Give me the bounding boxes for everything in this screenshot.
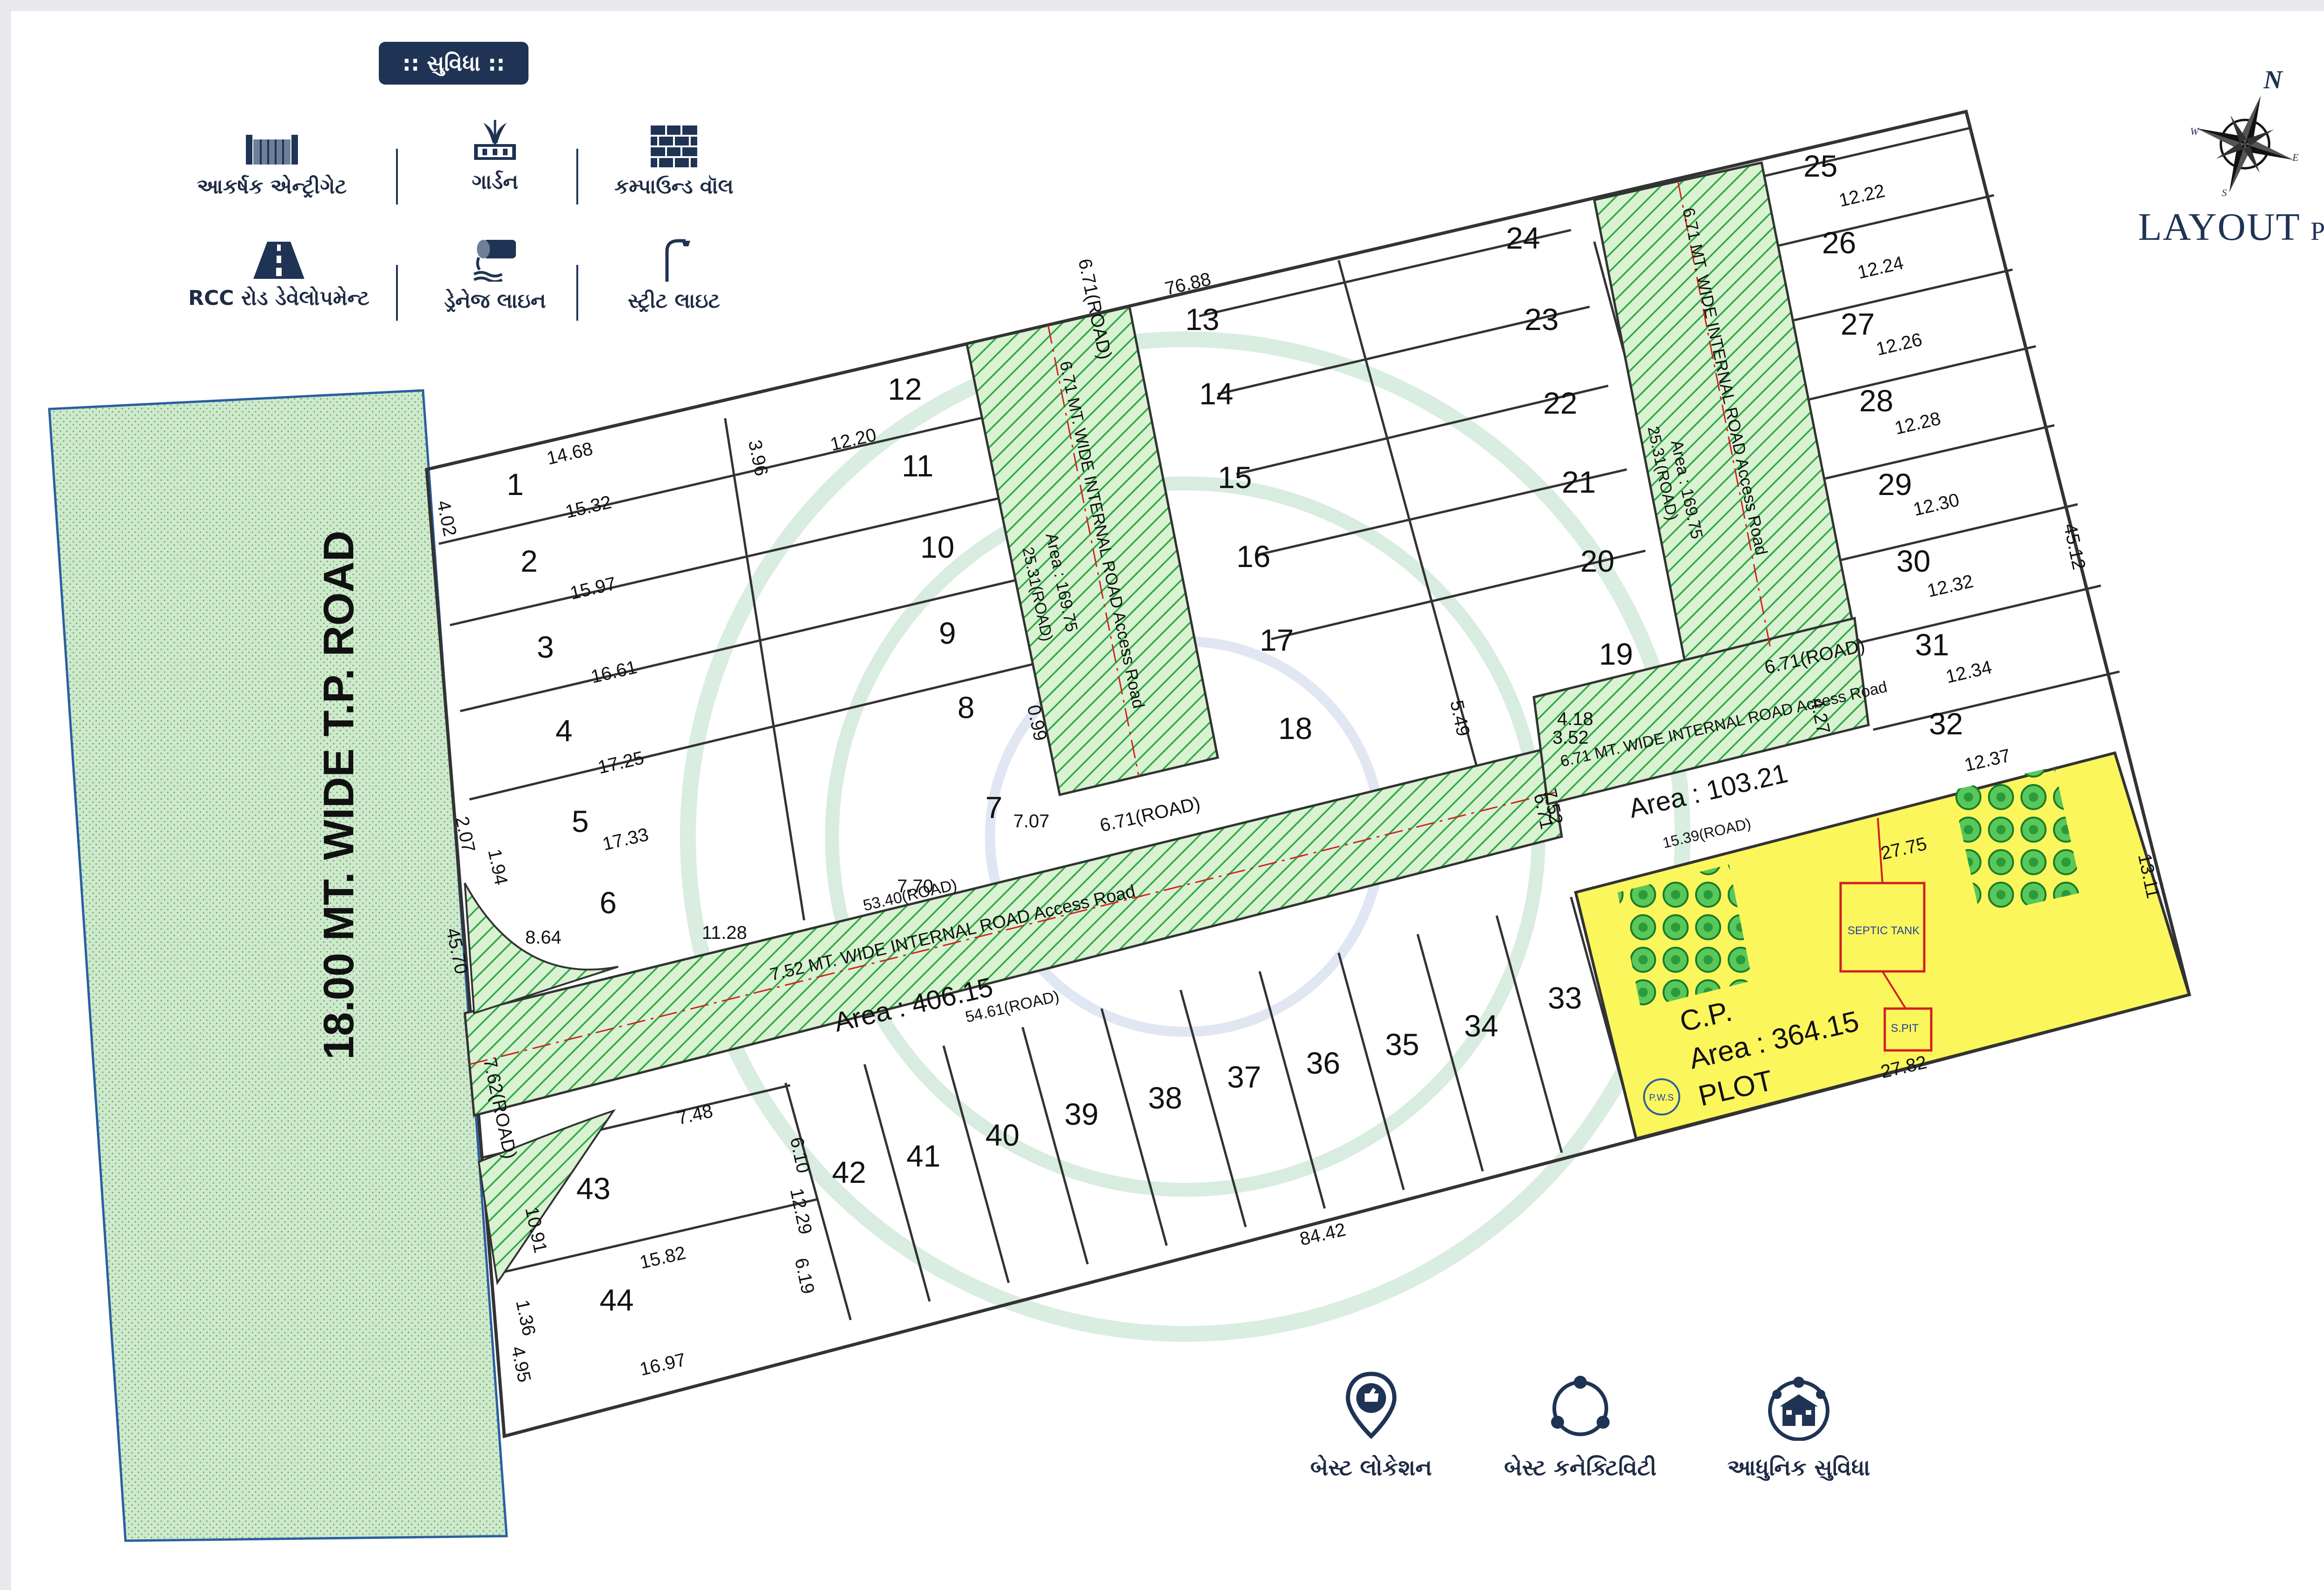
plot-number: 14 bbox=[1199, 376, 1233, 411]
feature-modern-amenities: આધુનિક સુવિધા bbox=[1701, 1376, 1896, 1481]
pws-label: P.W.S bbox=[1649, 1093, 1674, 1103]
dimension-label: 14.68 bbox=[545, 438, 594, 468]
dimension-label: 1.36 bbox=[512, 1298, 539, 1338]
dimension-label: 7.48 bbox=[675, 1101, 715, 1128]
plot-number: 16 bbox=[1236, 539, 1270, 574]
dimension-label: 1.94 bbox=[484, 847, 511, 887]
plot-number: 7 bbox=[985, 790, 1003, 825]
dimension-label: 6.10 bbox=[786, 1135, 813, 1175]
plot-number: 31 bbox=[1915, 627, 1949, 662]
dimension-label: 84.42 bbox=[1298, 1219, 1347, 1249]
plot-number: 43 bbox=[576, 1171, 610, 1206]
dimension-label: 8.64 bbox=[525, 927, 561, 948]
plot-number: 24 bbox=[1506, 221, 1540, 255]
plot-number: 12 bbox=[888, 372, 922, 406]
plot-number: 33 bbox=[1548, 981, 1582, 1015]
dimension-label: 12.37 bbox=[1962, 745, 2012, 775]
plot-number: 40 bbox=[985, 1118, 1019, 1152]
dimension-label: 6.71(ROAD) bbox=[1098, 793, 1202, 836]
dimension-label: 15.82 bbox=[638, 1242, 687, 1273]
soak-pit-label: S.PIT bbox=[1891, 1022, 1919, 1035]
internal-road-left bbox=[965, 305, 1219, 797]
dimension-label: 10.91 bbox=[521, 1205, 551, 1255]
plot-number: 32 bbox=[1929, 706, 1963, 741]
plot-number: 21 bbox=[1562, 465, 1596, 499]
dimension-label: 4.18 bbox=[1557, 709, 1593, 729]
plot-number: 27 bbox=[1841, 307, 1875, 341]
layout-plan-sheet: :: સુવિધા :: આકર્ષક એન્ટ્રીગેટ ગાર્ડન કમ… bbox=[0, 0, 2324, 1590]
plot-number: 34 bbox=[1464, 1009, 1498, 1043]
dimension-label: 4.02 bbox=[433, 499, 460, 538]
dimension-label: 12.24 bbox=[1855, 252, 1905, 283]
plot-number: 26 bbox=[1822, 225, 1856, 260]
dimension-label: 17.25 bbox=[596, 747, 646, 778]
septic-tank-label: SEPTIC TANK bbox=[1848, 924, 1920, 937]
connectivity-icon bbox=[1551, 1376, 1610, 1436]
plot-number: 29 bbox=[1878, 467, 1912, 501]
feature-label: આધુનિક સુવિધા bbox=[1727, 1455, 1870, 1481]
plot-number: 36 bbox=[1306, 1046, 1340, 1080]
plot-number: 8 bbox=[957, 690, 975, 725]
plot-number: 6 bbox=[600, 885, 617, 920]
dimension-label: 7.07 bbox=[1013, 811, 1050, 831]
plot-number: 17 bbox=[1260, 623, 1294, 657]
feature-label: બેસ્ટ કનેક્ટિવિટી bbox=[1504, 1455, 1657, 1481]
dimension-label: 45.12 bbox=[2060, 522, 2089, 572]
modern-amenity-icon bbox=[1768, 1377, 1829, 1441]
dimension-label: 16.61 bbox=[589, 657, 639, 687]
dimension-label: 76.88 bbox=[1163, 269, 1213, 299]
feature-best-location: બેસ્ટ લોકેશન bbox=[1274, 1371, 1469, 1481]
dimension-label: 7.70 bbox=[897, 876, 933, 897]
plot-number: 22 bbox=[1543, 386, 1577, 420]
plot-number: 39 bbox=[1064, 1097, 1098, 1131]
dimension-label: 3.52 bbox=[1552, 727, 1589, 748]
plot-number: 13 bbox=[1185, 302, 1219, 336]
plot-number: 10 bbox=[920, 530, 954, 564]
dimension-label: 11.28 bbox=[702, 923, 747, 943]
plot-number: 19 bbox=[1599, 637, 1633, 671]
dimension-label: 12.32 bbox=[1925, 571, 1975, 601]
dimension-label: 5.49 bbox=[1446, 699, 1473, 738]
dimension-label: 12.29 bbox=[786, 1187, 816, 1236]
plot-number: 5 bbox=[572, 804, 589, 838]
plot-number: 11 bbox=[902, 449, 934, 483]
plot-number: 20 bbox=[1580, 544, 1614, 578]
plot-number: 9 bbox=[939, 616, 956, 650]
plot-number: 42 bbox=[832, 1155, 866, 1189]
plot-number: 1 bbox=[507, 467, 524, 501]
dimension-label: 17.33 bbox=[601, 824, 650, 854]
tp-road-label: 18.00 MT. WIDE T.P. ROAD bbox=[315, 531, 363, 1060]
dimension-label: 12.26 bbox=[1874, 329, 1924, 359]
plot-number: 4 bbox=[555, 713, 573, 748]
dimension-label: 15.97 bbox=[568, 573, 618, 603]
location-pin-icon bbox=[1346, 1372, 1397, 1439]
dimension-label: 6.19 bbox=[791, 1256, 818, 1296]
plot-number: 30 bbox=[1896, 544, 1930, 578]
plot-number: 44 bbox=[600, 1283, 634, 1317]
plot-number: 38 bbox=[1148, 1081, 1182, 1115]
site-map: 18.00 MT. WIDE T.P. ROAD 7.52 MT. WIDE I… bbox=[48, 109, 2192, 1542]
feature-best-connectivity: બેસ્ટ કનેક્ટિવિટી bbox=[1478, 1376, 1683, 1481]
plot-number: 15 bbox=[1218, 460, 1252, 495]
dimension-label: 12.28 bbox=[1893, 408, 1942, 438]
dimension-label: 12.30 bbox=[1911, 489, 1961, 520]
dimension-label: 16.97 bbox=[638, 1349, 687, 1379]
plot-number: 41 bbox=[906, 1139, 940, 1173]
tp-road bbox=[48, 389, 508, 1542]
plot-number: 18 bbox=[1278, 711, 1312, 746]
plot-number: 37 bbox=[1227, 1060, 1261, 1094]
plot-number: 23 bbox=[1525, 302, 1558, 336]
dimension-label: 15.32 bbox=[563, 492, 613, 522]
plot-number: 3 bbox=[537, 630, 554, 664]
plot-number: 25 bbox=[1803, 149, 1837, 183]
dimension-label: 4.95 bbox=[507, 1345, 535, 1384]
plot-number: 35 bbox=[1385, 1027, 1419, 1062]
dimension-label: 12.34 bbox=[1944, 657, 1994, 687]
plot-number: 28 bbox=[1859, 383, 1893, 418]
plot-number: 2 bbox=[521, 544, 538, 578]
dimension-label: 12.22 bbox=[1837, 180, 1887, 211]
feature-label: બેસ્ટ લોકેશન bbox=[1310, 1455, 1432, 1481]
